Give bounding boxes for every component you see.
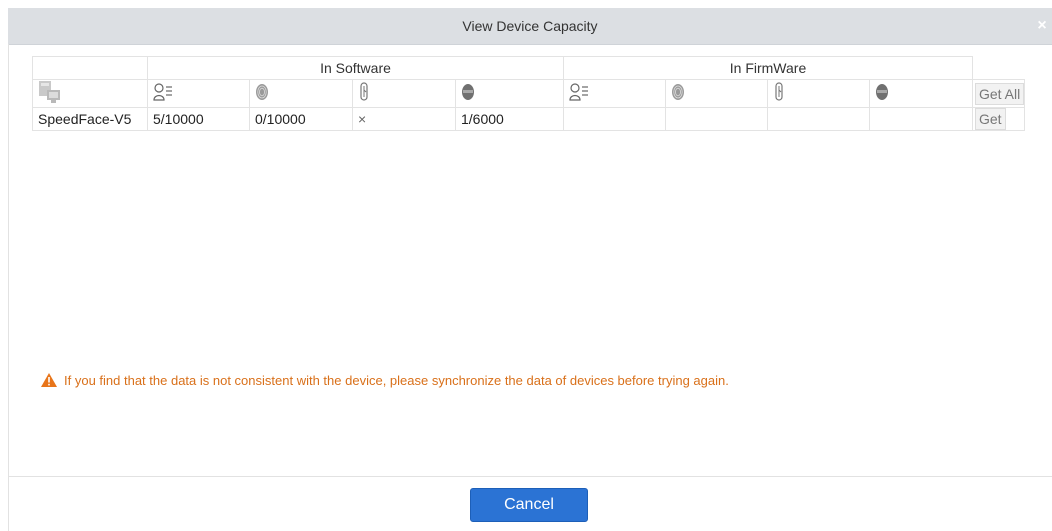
view-device-capacity-dialog: View Device Capacity × In Software In Fi… <box>0 0 1052 531</box>
finger-vein-icon <box>773 82 785 105</box>
device-capacity-table: In Software In FirmWare Get All SpeedFac… <box>32 56 1026 131</box>
cancel-button[interactable]: Cancel <box>470 488 588 522</box>
fw-finger-vein-column-header <box>767 79 870 108</box>
fw-face-column-header <box>869 79 973 108</box>
dialog-left-border <box>8 44 9 531</box>
fw-face-cell <box>869 107 973 131</box>
icon-header-row: Get All <box>32 79 1026 108</box>
in-firmware-header: In FirmWare <box>563 56 973 80</box>
dialog-titlebar: View Device Capacity × <box>8 8 1052 45</box>
sw-finger-vein-cell: × <box>352 107 456 131</box>
fw-finger-vein-cell <box>767 107 870 131</box>
empty-header-cell <box>971 56 1025 80</box>
fw-users-cell <box>563 107 666 131</box>
warning-triangle-icon <box>41 373 57 387</box>
sw-face-cell: 1/6000 <box>455 107 564 131</box>
close-icon[interactable]: × <box>1034 16 1050 36</box>
finger-vein-icon <box>358 82 370 105</box>
warning-text: If you find that the data is not consist… <box>64 372 729 388</box>
fw-users-column-header <box>563 79 666 108</box>
fw-fingerprint-cell <box>665 107 768 131</box>
get-all-cell: Get All <box>971 79 1026 108</box>
fw-fingerprint-column-header <box>665 79 768 108</box>
user-face-list-icon <box>153 83 173 104</box>
sw-fingerprint-column-header <box>249 79 353 108</box>
empty-header-cell <box>32 56 148 80</box>
device-column-header <box>32 79 148 108</box>
device-icon <box>38 81 62 107</box>
in-software-header: In Software <box>147 56 564 80</box>
get-all-button[interactable]: Get All <box>975 82 1024 105</box>
table-row: SpeedFace-V5 5/10000 0/10000 × 1/6000 Ge… <box>32 107 1026 131</box>
device-name-cell: SpeedFace-V5 <box>32 107 148 131</box>
user-face-list-icon <box>569 83 589 104</box>
face-icon <box>461 83 475 104</box>
sync-warning: If you find that the data is not consist… <box>40 372 729 388</box>
get-cell: Get <box>971 107 1026 131</box>
sw-users-column-header <box>147 79 250 108</box>
sw-fingerprint-cell: 0/10000 <box>249 107 353 131</box>
get-button[interactable]: Get <box>975 108 1006 130</box>
sw-finger-vein-column-header <box>352 79 456 108</box>
sw-face-column-header <box>455 79 564 108</box>
fingerprint-icon <box>671 83 685 104</box>
group-header-row: In Software In FirmWare <box>32 56 1025 80</box>
dialog-title: View Device Capacity <box>462 18 598 34</box>
fingerprint-icon <box>255 83 269 104</box>
face-icon <box>875 83 889 104</box>
footer-divider <box>8 476 1052 477</box>
sw-users-cell: 5/10000 <box>147 107 250 131</box>
